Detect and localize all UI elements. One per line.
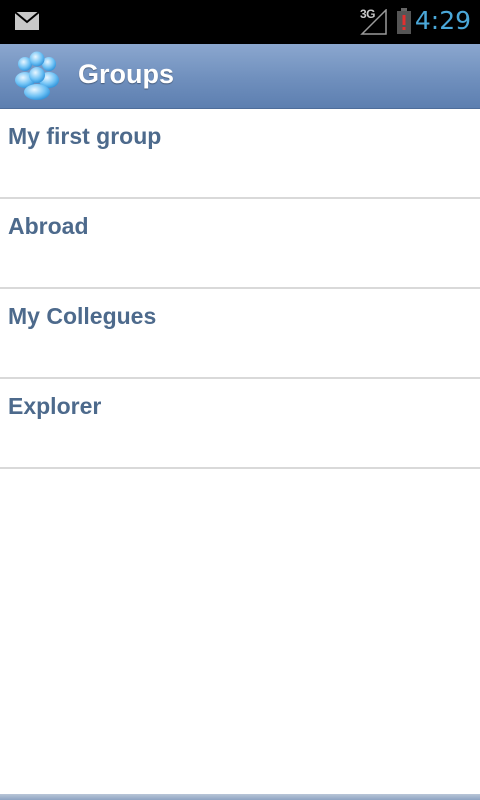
- group-item-label: My first group: [8, 123, 162, 149]
- bottom-bar-edge: [0, 794, 480, 800]
- mail-icon[interactable]: [14, 11, 40, 31]
- battery-alert-icon: [397, 8, 411, 34]
- clock: 4:29: [414, 6, 471, 35]
- group-item-my-first-group[interactable]: My first group: [0, 109, 480, 199]
- page-title: Groups: [78, 59, 175, 89]
- group-item-label: My Collegues: [8, 303, 157, 329]
- group-icon: [15, 51, 59, 100]
- group-item-label: Abroad: [8, 213, 89, 239]
- status-bar: 3G 4:29: [0, 0, 480, 44]
- group-item-my-collegues[interactable]: My Collegues: [0, 289, 480, 379]
- group-item-label: Explorer: [8, 393, 102, 419]
- group-item-explorer[interactable]: Explorer: [0, 379, 480, 469]
- network-type-label: 3G: [360, 7, 376, 21]
- title-bar: Groups: [0, 44, 480, 109]
- group-list: My first group Abroad My Collegues Explo…: [0, 109, 480, 469]
- group-item-abroad[interactable]: Abroad: [0, 199, 480, 289]
